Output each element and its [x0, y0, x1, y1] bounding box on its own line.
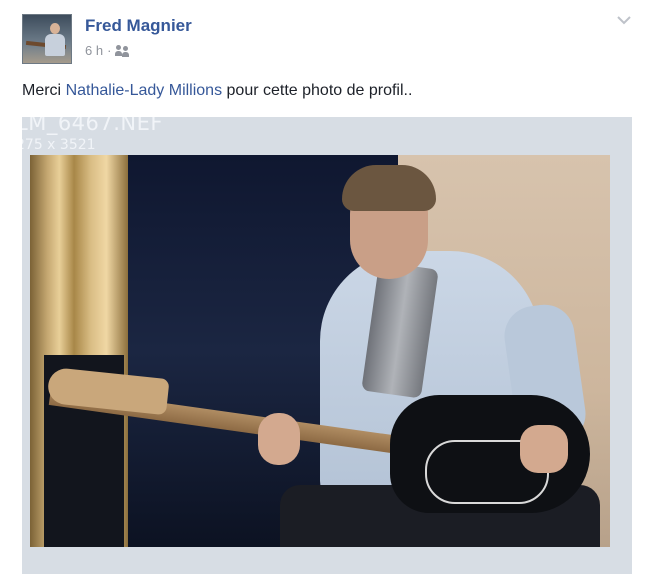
post-text-after: pour cette photo de profil..: [222, 82, 413, 99]
friends-icon[interactable]: [115, 44, 131, 57]
post-time[interactable]: 6 h: [85, 43, 103, 58]
man-hair: [342, 165, 436, 211]
photo-dimensions: 275 x 3521: [22, 137, 96, 153]
avatar-head: [50, 23, 60, 34]
photo-filename: LM_6467.NEF: [22, 117, 163, 135]
avatar-torso: [45, 34, 65, 56]
post-card: Fred Magnier 6 h · Merci Nathalie-Lady M…: [0, 0, 650, 578]
left-hand: [258, 413, 300, 465]
post-meta: 6 h ·: [85, 43, 131, 58]
meta-separator: ·: [107, 43, 112, 58]
post-photo[interactable]: LM_6467.NEF 275 x 3521: [22, 117, 632, 574]
post-text-before: Merci: [22, 82, 66, 99]
photo-image: [30, 155, 610, 547]
photo-caption: LM_6467.NEF 275 x 3521: [22, 117, 632, 157]
mention-link[interactable]: Nathalie-Lady Millions: [66, 82, 223, 99]
right-hand: [520, 425, 568, 473]
chevron-down-icon[interactable]: [616, 14, 632, 26]
author-avatar[interactable]: [22, 14, 72, 64]
post-text: Merci Nathalie-Lady Millions pour cette …: [22, 82, 412, 100]
author-name[interactable]: Fred Magnier: [85, 16, 192, 36]
